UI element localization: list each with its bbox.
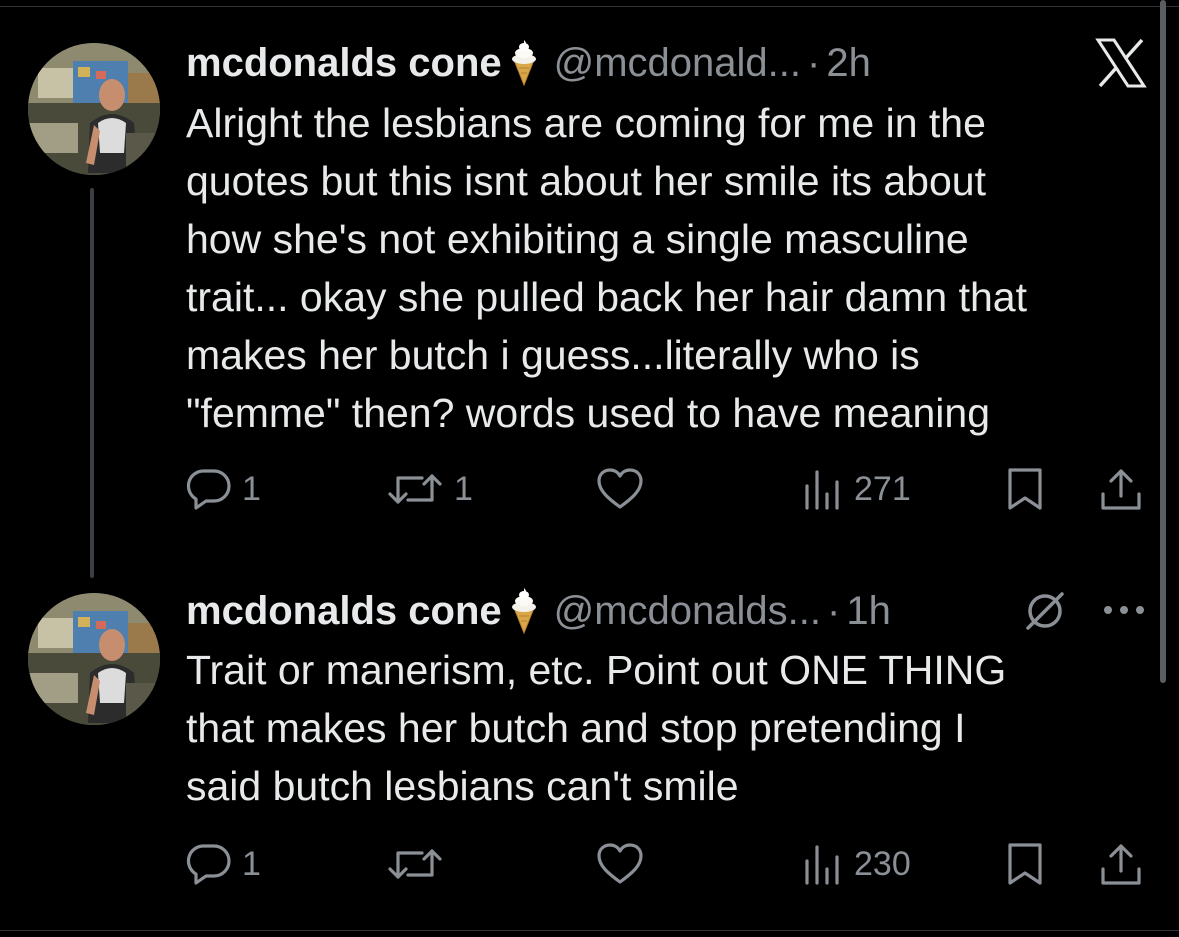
bottom-divider: [0, 930, 1179, 931]
like-icon: [597, 843, 643, 884]
display-name[interactable]: mcdonalds cone: [186, 41, 502, 86]
user-handle[interactable]: @mcdonald...: [554, 41, 801, 86]
timestamp[interactable]: 2h: [826, 41, 871, 86]
avatar-photo: [28, 593, 160, 725]
no-symbol-icon[interactable]: [1022, 588, 1068, 634]
ice-cream-cone-emoji: [510, 40, 538, 86]
avatar[interactable]: [28, 43, 160, 175]
reply-icon: [186, 469, 231, 510]
tweet-text: Alright the lesbians are coming for me i…: [186, 100, 1027, 436]
view-count: 271: [854, 469, 911, 508]
top-divider: [0, 6, 1179, 7]
scrollbar[interactable]: [1160, 0, 1166, 683]
view-count: 230: [854, 844, 911, 883]
timestamp[interactable]: 1h: [846, 589, 891, 634]
repost-icon: [388, 849, 442, 879]
like-button[interactable]: [595, 459, 645, 519]
like-button[interactable]: [595, 834, 645, 894]
repost-button[interactable]: 1: [386, 459, 473, 519]
repost-icon: [388, 474, 442, 504]
display-name[interactable]: mcdonalds cone: [186, 589, 502, 634]
repost-count: 1: [454, 469, 473, 508]
views-icon: [805, 845, 839, 885]
thread-connector-line: [90, 188, 94, 578]
separator-dot: ·: [807, 40, 821, 85]
tweet-header: mcdonalds cone @mcdonald... · 2h: [186, 38, 871, 88]
reply-count: 1: [242, 469, 261, 508]
views-icon: [805, 470, 839, 510]
reply-icon: [186, 844, 231, 885]
tweet-actions: 1 230: [0, 834, 1179, 894]
share-icon: [1101, 469, 1141, 510]
views-button[interactable]: 230: [802, 834, 911, 894]
share-button[interactable]: [1098, 459, 1144, 519]
bookmark-icon: [1008, 468, 1042, 510]
user-handle[interactable]: @mcdonalds...: [554, 589, 821, 634]
share-button[interactable]: [1098, 834, 1144, 894]
like-icon: [597, 468, 643, 509]
more-icon[interactable]: [1100, 600, 1148, 620]
tweet-header: mcdonalds cone @mcdonalds... · 1h: [186, 586, 891, 636]
repost-button[interactable]: [386, 834, 454, 894]
views-button[interactable]: 271: [802, 459, 911, 519]
avatar[interactable]: [28, 593, 160, 725]
reply-button[interactable]: 1: [186, 834, 261, 894]
tweet-actions: 1 1 271: [0, 459, 1179, 519]
separator-dot: ·: [827, 588, 841, 633]
tweet-text: Trait or manerism, etc. Point out ONE TH…: [186, 647, 1007, 809]
bookmark-icon: [1008, 843, 1042, 885]
share-icon: [1101, 844, 1141, 885]
reply-button[interactable]: 1: [186, 459, 261, 519]
bookmark-button[interactable]: [1004, 459, 1046, 519]
reply-count: 1: [242, 844, 261, 883]
x-logo[interactable]: [1094, 36, 1148, 90]
bookmark-button[interactable]: [1004, 834, 1046, 894]
avatar-photo: [28, 43, 160, 175]
ice-cream-cone-emoji: [510, 588, 538, 634]
